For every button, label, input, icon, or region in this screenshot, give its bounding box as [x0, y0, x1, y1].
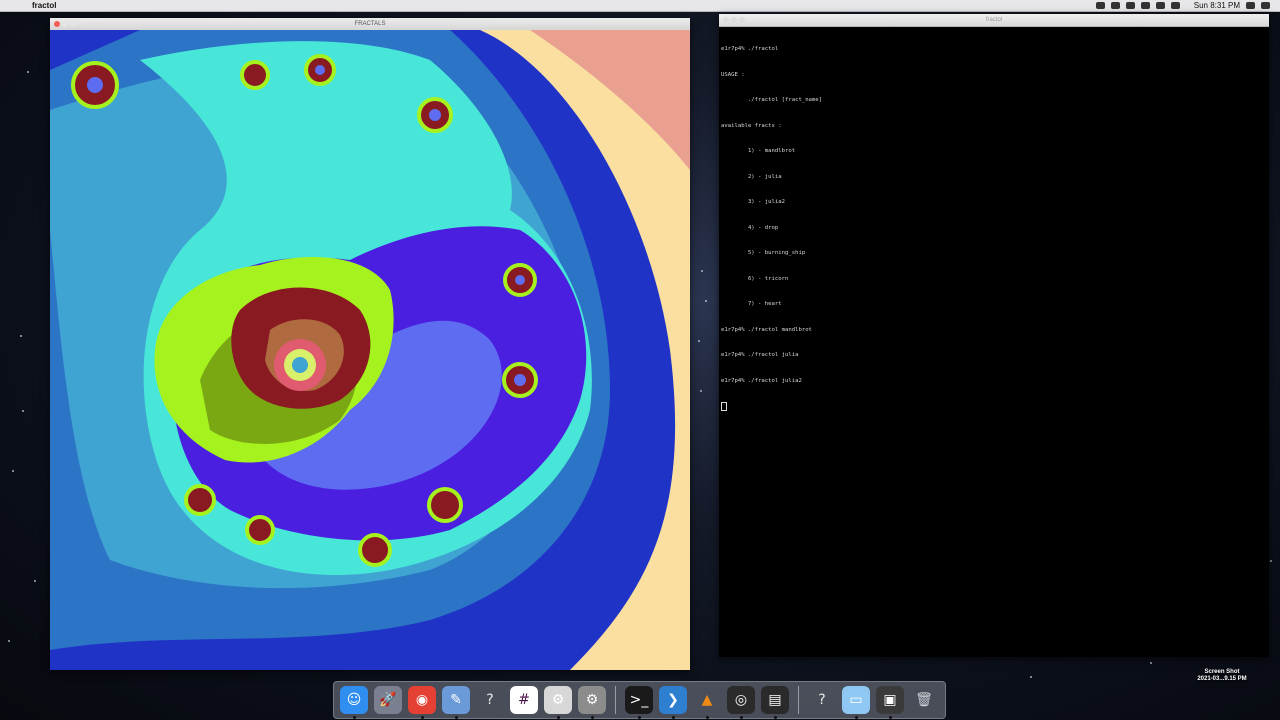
terminal-line: e1r7p4% ./fractol mandlbrot [721, 326, 812, 333]
status-area: Sun 8:31 PM [1095, 0, 1280, 11]
preview-icon[interactable]: ✎ [442, 686, 470, 719]
display-icon[interactable] [1125, 2, 1135, 9]
chrome-icon[interactable]: ◉ [408, 686, 436, 719]
terminal-output[interactable]: e1r7p4% ./fractol USAGE : ./fractol [fra… [721, 28, 1265, 655]
system-preferences-icon[interactable]: ⚙ [578, 686, 606, 719]
eject-icon[interactable] [1140, 2, 1150, 9]
terminal-line: e1r7p4% ./fractol julia2 [721, 377, 802, 384]
minimize-window-icon[interactable] [62, 21, 68, 27]
trash-icon[interactable]: 🗑 [910, 686, 938, 714]
terminal-line: 1) - mandlbrot [721, 148, 796, 154]
terminal-line: available fracts : [721, 122, 782, 129]
terminal-line: 2) - julia [721, 173, 782, 180]
running-indicator [855, 716, 858, 719]
obs-icon[interactable]: ◎ [727, 686, 755, 719]
running-indicator [421, 716, 424, 719]
unknown-app-icon[interactable]: ? [476, 686, 504, 714]
fractal-window-title: FRACTALS [354, 21, 386, 27]
wifi-icon[interactable] [1095, 2, 1105, 9]
console-icon[interactable]: ▤ [761, 686, 789, 719]
spotlight-icon[interactable] [1246, 2, 1255, 9]
vscode-icon[interactable]: ❯ [659, 686, 687, 719]
terminal-titlebar[interactable]: fractol [719, 14, 1269, 27]
xcode-installer-icon[interactable]: ⚙ [544, 686, 572, 719]
dock: ☺ 🚀 ◉ ✎? # ⚙ ⚙ >_ ❯ ▲ ◎ ▤? ▭ ▣ 🗑 [333, 681, 946, 719]
terminal-line: ./fractol [fract_name] [721, 97, 823, 103]
zoom-window-icon[interactable] [70, 21, 76, 27]
notification-center-icon[interactable] [1261, 2, 1270, 9]
terminal-line: 7) - heart [721, 301, 782, 307]
screen-recording-icon[interactable]: ▣ [876, 686, 904, 719]
julia-fractal-image [50, 30, 690, 670]
running-indicator [557, 716, 560, 719]
terminal-icon[interactable]: >_ [625, 686, 653, 719]
running-indicator [353, 716, 356, 719]
desktop-screenshot-file[interactable]: Screen Shot 2021-03...9.15 PM [1186, 669, 1258, 683]
launchpad-icon[interactable]: 🚀 [374, 686, 402, 714]
running-indicator [706, 716, 709, 719]
desktop-file-date: 2021-03...9.15 PM [1197, 676, 1247, 682]
terminal-line: 3) - julia2 [721, 199, 785, 205]
running-indicator [638, 716, 641, 719]
minimize-window-icon[interactable] [731, 17, 737, 23]
running-indicator [672, 716, 675, 719]
menu-clock[interactable]: Sun 8:31 PM [1194, 0, 1240, 11]
fractal-canvas[interactable] [50, 30, 690, 670]
menu-bar: fractol Sun 8:31 PM [0, 0, 1280, 12]
running-indicator [774, 716, 777, 719]
dock-separator [615, 686, 616, 714]
volume-icon[interactable] [1155, 2, 1165, 9]
terminal-cursor[interactable] [721, 402, 727, 411]
running-indicator [591, 716, 594, 719]
slack-icon[interactable]: # [510, 686, 538, 714]
unknown-app-2-icon[interactable]: ? [808, 686, 836, 714]
running-indicator [455, 716, 458, 719]
input-source-icon[interactable] [1170, 2, 1180, 9]
terminal-window: fractol e1r7p4% ./fractol USAGE : ./frac… [719, 14, 1269, 657]
desktop-file-name: Screen Shot [1204, 669, 1240, 675]
vlc-icon[interactable]: ▲ [693, 686, 721, 719]
terminal-line: 6) - tricorn [721, 275, 789, 282]
dock-separator [798, 686, 799, 714]
fractal-window: FRACTALS [50, 18, 690, 670]
folder-icon[interactable]: ▭ [842, 686, 870, 719]
close-window-icon[interactable] [723, 17, 729, 23]
terminal-line: e1r7p4% ./fractol julia [721, 352, 799, 358]
terminal-line: 4) - drop [721, 224, 779, 231]
terminal-line: USAGE : [721, 71, 745, 78]
airplay-icon[interactable] [1110, 2, 1120, 9]
terminal-window-title: fractol [985, 17, 1003, 23]
zoom-window-icon[interactable] [739, 17, 745, 23]
running-indicator [740, 716, 743, 719]
running-indicator [889, 716, 892, 719]
active-app-name[interactable]: fractol [32, 0, 56, 11]
close-window-icon[interactable] [54, 21, 60, 27]
terminal-line: e1r7p4% ./fractol [721, 46, 779, 52]
finder-icon[interactable]: ☺ [340, 686, 368, 719]
terminal-line: 5) - burning_ship [721, 250, 806, 256]
